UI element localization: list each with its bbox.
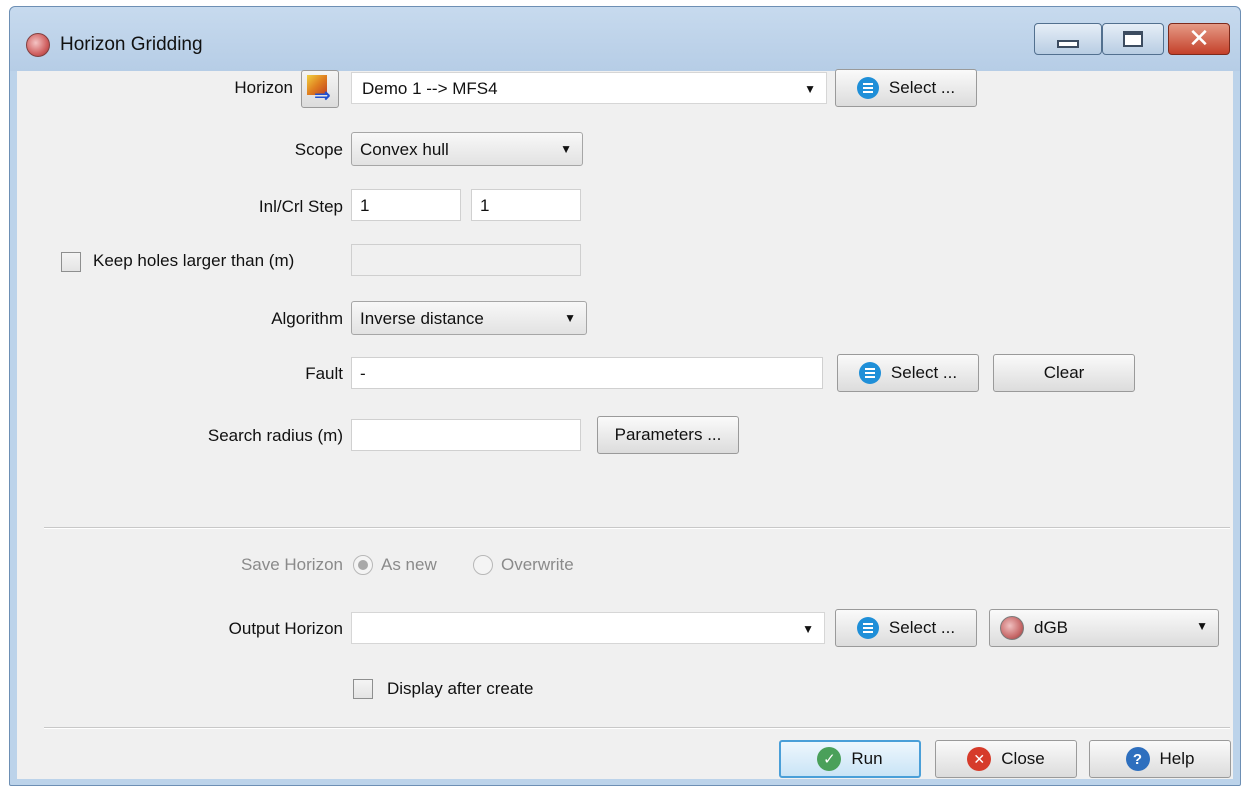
search-radius-input[interactable] <box>351 419 581 451</box>
display-after-create-checkbox[interactable] <box>353 679 373 699</box>
inline-step-input[interactable]: 1 <box>351 189 461 221</box>
algorithm-dropdown[interactable]: Inverse distance ▼ <box>351 301 587 335</box>
storage-value: dGB <box>1034 618 1069 637</box>
arrow-right-icon: ⇒ <box>314 83 331 107</box>
close-button[interactable]: ✕ Close <box>935 740 1077 778</box>
dialog-body: Horizon ⇒ Demo 1 --> MFS4 ▼ Select ... S… <box>17 69 1233 779</box>
title-bar[interactable]: Horizon Gridding ✕ <box>10 7 1240 71</box>
window-close-button[interactable]: ✕ <box>1168 23 1230 55</box>
search-radius-label: Search radius (m) <box>207 426 343 445</box>
horizon-select-label: Select ... <box>888 78 956 97</box>
help-label: Help <box>1159 749 1195 768</box>
chevron-down-icon: ▼ <box>802 622 814 636</box>
scope-dropdown[interactable]: Convex hull ▼ <box>351 132 583 166</box>
app-icon <box>26 33 50 57</box>
fault-select-button[interactable]: Select ... <box>837 354 979 392</box>
save-as-new-label: As new <box>381 555 437 574</box>
maximize-button[interactable] <box>1102 23 1164 55</box>
horizon-type-button[interactable]: ⇒ <box>301 70 339 108</box>
parameters-button[interactable]: Parameters ... <box>597 416 739 454</box>
list-icon <box>856 617 879 639</box>
algorithm-label: Algorithm <box>271 309 343 328</box>
separator <box>44 727 1230 729</box>
chevron-down-icon: ▼ <box>560 142 572 156</box>
save-overwrite-radio[interactable] <box>473 555 493 575</box>
maximize-icon <box>1123 31 1143 47</box>
fault-select-label: Select ... <box>890 363 958 382</box>
keep-holes-label: Keep holes larger than (m) <box>93 251 295 270</box>
fault-label: Fault <box>305 364 343 383</box>
fault-input[interactable]: - <box>351 357 823 389</box>
step-label: Inl/Crl Step <box>258 197 343 216</box>
scope-label: Scope <box>294 140 343 159</box>
horizon-row: Horizon ⇒ Demo 1 --> MFS4 ▼ Select ... <box>17 69 1233 110</box>
minimize-button[interactable] <box>1034 23 1102 55</box>
help-button[interactable]: ? Help <box>1089 740 1231 778</box>
close-icon: ✕ <box>1188 24 1210 54</box>
chevron-down-icon: ▼ <box>804 82 816 96</box>
fault-clear-button[interactable]: Clear <box>993 354 1135 392</box>
crossline-step-input[interactable]: 1 <box>471 189 581 221</box>
horizon-select-button[interactable]: Select ... <box>835 69 977 107</box>
keep-holes-checkbox[interactable] <box>61 252 81 272</box>
save-horizon-label: Save Horizon <box>240 555 343 574</box>
output-horizon-label: Output Horizon <box>228 619 343 638</box>
output-select-label: Select ... <box>888 618 956 637</box>
chevron-down-icon: ▼ <box>1196 619 1208 633</box>
scope-value: Convex hull <box>360 140 449 159</box>
output-horizon-combo[interactable]: ▼ <box>351 612 825 644</box>
display-after-create-label: Display after create <box>387 679 534 698</box>
horizon-label: Horizon <box>234 78 293 97</box>
window-title: Horizon Gridding <box>60 34 203 55</box>
close-label: Close <box>1001 749 1045 768</box>
horizon-combo[interactable]: Demo 1 --> MFS4 ▼ <box>351 72 827 104</box>
save-overwrite-label: Overwrite <box>501 555 574 574</box>
storage-dropdown[interactable]: dGB ▼ <box>989 609 1219 647</box>
save-as-new-radio[interactable] <box>353 555 373 575</box>
close-circle-icon: ✕ <box>967 747 992 771</box>
separator <box>44 527 1230 529</box>
help-icon: ? <box>1125 747 1150 771</box>
output-select-button[interactable]: Select ... <box>835 609 977 647</box>
keep-holes-input[interactable] <box>351 244 581 276</box>
list-icon <box>856 77 879 99</box>
horizon-value: Demo 1 --> MFS4 <box>362 79 498 98</box>
chevron-down-icon: ▼ <box>564 311 576 325</box>
minimize-icon <box>1057 40 1079 48</box>
run-button[interactable]: ✓ Run <box>779 740 921 778</box>
algorithm-value: Inverse distance <box>360 309 484 328</box>
run-icon: ✓ <box>817 747 842 771</box>
dgb-storage-icon <box>1000 616 1024 640</box>
horizon-gridding-window: Horizon Gridding ✕ Horizon ⇒ Demo 1 --> … <box>9 6 1241 786</box>
run-label: Run <box>851 749 883 768</box>
list-icon <box>858 362 881 384</box>
